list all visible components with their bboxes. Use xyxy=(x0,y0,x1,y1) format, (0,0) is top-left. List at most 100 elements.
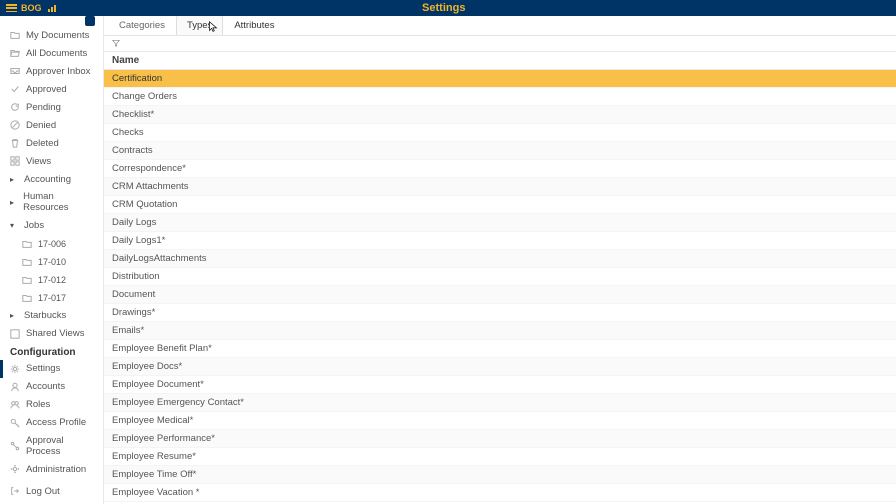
table-row[interactable]: Employee Vacation * xyxy=(104,484,896,502)
hamburger-icon xyxy=(6,4,17,12)
tree-label: 17-006 xyxy=(38,239,66,249)
table-row[interactable]: Checklist* xyxy=(104,106,896,124)
bars-icon xyxy=(48,4,58,12)
filter-row[interactable] xyxy=(104,36,896,52)
tree-label: Human Resources xyxy=(23,191,93,213)
trash-icon xyxy=(10,138,20,148)
tree-node[interactable]: ▸ Starbucks xyxy=(0,307,103,325)
nav-label: Approval Process xyxy=(26,435,93,457)
main: CategoriesTypesAttributes Name Certifica… xyxy=(104,16,896,504)
table-row[interactable]: CRM Quotation xyxy=(104,196,896,214)
nav-label: Administration xyxy=(26,464,86,475)
caret-icon: ▾ xyxy=(10,221,18,230)
table-row[interactable]: Contracts xyxy=(104,142,896,160)
nav-label: Approver Inbox xyxy=(26,66,90,77)
table-row[interactable]: Employee Document* xyxy=(104,376,896,394)
table-row[interactable]: Employee Medical* xyxy=(104,412,896,430)
inbox-icon xyxy=(10,66,20,76)
tree-node[interactable]: ▸ Human Resources xyxy=(0,188,103,217)
nav-label: Denied xyxy=(26,120,56,131)
table-row[interactable]: Employee Benefit Plan* xyxy=(104,340,896,358)
tab-types[interactable]: Types xyxy=(176,16,223,35)
tree-label: Starbucks xyxy=(24,310,66,321)
table-row[interactable]: Change Orders xyxy=(104,88,896,106)
refresh-icon xyxy=(10,102,20,112)
nav-label: Shared Views xyxy=(26,328,84,339)
tree-child[interactable]: 17-006 xyxy=(0,235,103,253)
table-row[interactable]: Correspondence* xyxy=(104,160,896,178)
logout-icon xyxy=(10,486,20,496)
nav-doc-item[interactable]: Deleted xyxy=(0,134,103,152)
table-row[interactable]: Employee Resume* xyxy=(104,448,896,466)
tree-label: Jobs xyxy=(24,220,44,231)
nav-label: Settings xyxy=(26,363,60,374)
nav-label: Accounts xyxy=(26,381,65,392)
caret-icon: ▸ xyxy=(10,311,18,320)
tree-label: 17-017 xyxy=(38,293,66,303)
table-row[interactable]: CRM Attachments xyxy=(104,178,896,196)
table-row[interactable]: Employee Performance* xyxy=(104,430,896,448)
folder-icon xyxy=(10,30,20,40)
tab-categories[interactable]: Categories xyxy=(108,16,176,35)
nav-label: Deleted xyxy=(26,138,59,149)
tab-attributes[interactable]: Attributes xyxy=(223,16,285,35)
tree-node[interactable]: ▸Accounting xyxy=(0,170,103,188)
menu-button[interactable]: BOG xyxy=(6,3,58,13)
table-row[interactable]: Emails* xyxy=(104,322,896,340)
tree-child[interactable]: 17-012 xyxy=(0,271,103,289)
nav-label: My Documents xyxy=(26,30,89,41)
nav-doc-item[interactable]: All Documents xyxy=(0,44,103,62)
nav-config-item[interactable]: Accounts xyxy=(0,378,103,396)
table-row[interactable]: DailyLogsAttachments xyxy=(104,250,896,268)
page-title: Settings xyxy=(58,2,830,14)
check-icon xyxy=(10,84,20,94)
nav-config-item[interactable]: Administration xyxy=(0,460,103,478)
nav-config-item[interactable]: Settings xyxy=(0,360,103,378)
column-header-name[interactable]: Name xyxy=(104,52,896,70)
sidebar: My Documents All Documents Approver Inbox A… xyxy=(0,16,104,504)
table-row[interactable]: Checks xyxy=(104,124,896,142)
tree-node[interactable]: ▾ Jobs xyxy=(0,217,103,235)
caret-icon: ▸ xyxy=(10,175,18,184)
nav-label: All Documents xyxy=(26,48,87,59)
nav-doc-item[interactable]: My Documents xyxy=(0,26,103,44)
nav-doc-item[interactable]: Denied xyxy=(0,116,103,134)
table-row[interactable]: Employee Emergency Contact* xyxy=(104,394,896,412)
gear-icon xyxy=(10,364,20,374)
config-header: Configuration xyxy=(0,343,103,360)
nav-views[interactable]: Views xyxy=(0,152,103,170)
nav-label: Access Profile xyxy=(26,417,86,428)
table-row[interactable]: Certification xyxy=(104,70,896,88)
tree-child[interactable]: 17-010 xyxy=(0,253,103,271)
nav-doc-item[interactable]: Approver Inbox xyxy=(0,62,103,80)
table-row[interactable]: Daily Logs xyxy=(104,214,896,232)
user-icon xyxy=(10,382,20,392)
nav-config-item[interactable]: Access Profile xyxy=(0,414,103,432)
folder-icon xyxy=(22,257,32,267)
nav-config-item[interactable]: Roles xyxy=(0,396,103,414)
nav-doc-item[interactable]: Approved xyxy=(0,80,103,98)
table-row[interactable]: Distribution xyxy=(104,268,896,286)
table-row[interactable]: Daily Logs1* xyxy=(104,232,896,250)
table-row[interactable]: Drawings* xyxy=(104,304,896,322)
table-row[interactable]: Employee Time Off* xyxy=(104,466,896,484)
nav-logout[interactable]: Log Out xyxy=(0,482,103,500)
app-logo-icon xyxy=(85,16,95,26)
tree-child[interactable]: 17-017 xyxy=(0,289,103,307)
table-row[interactable]: Document xyxy=(104,286,896,304)
folder-open-icon xyxy=(10,48,20,58)
nav-shared-views[interactable]: Shared Views xyxy=(0,325,103,343)
dots-icon xyxy=(10,464,20,474)
caret-icon: ▸ xyxy=(10,198,17,207)
share-icon xyxy=(10,329,20,339)
tabs: CategoriesTypesAttributes xyxy=(104,16,896,36)
nav-config-item[interactable]: Approval Process xyxy=(0,432,103,461)
key-icon xyxy=(10,418,20,428)
grid-icon xyxy=(10,156,20,166)
nav-doc-item[interactable]: Pending xyxy=(0,98,103,116)
flow-icon xyxy=(10,441,20,451)
tree-label: 17-012 xyxy=(38,275,66,285)
nav-label: Log Out xyxy=(26,486,60,497)
table-row[interactable]: Employee Docs* xyxy=(104,358,896,376)
table-rows: CertificationChange OrdersChecklist*Chec… xyxy=(104,70,896,504)
